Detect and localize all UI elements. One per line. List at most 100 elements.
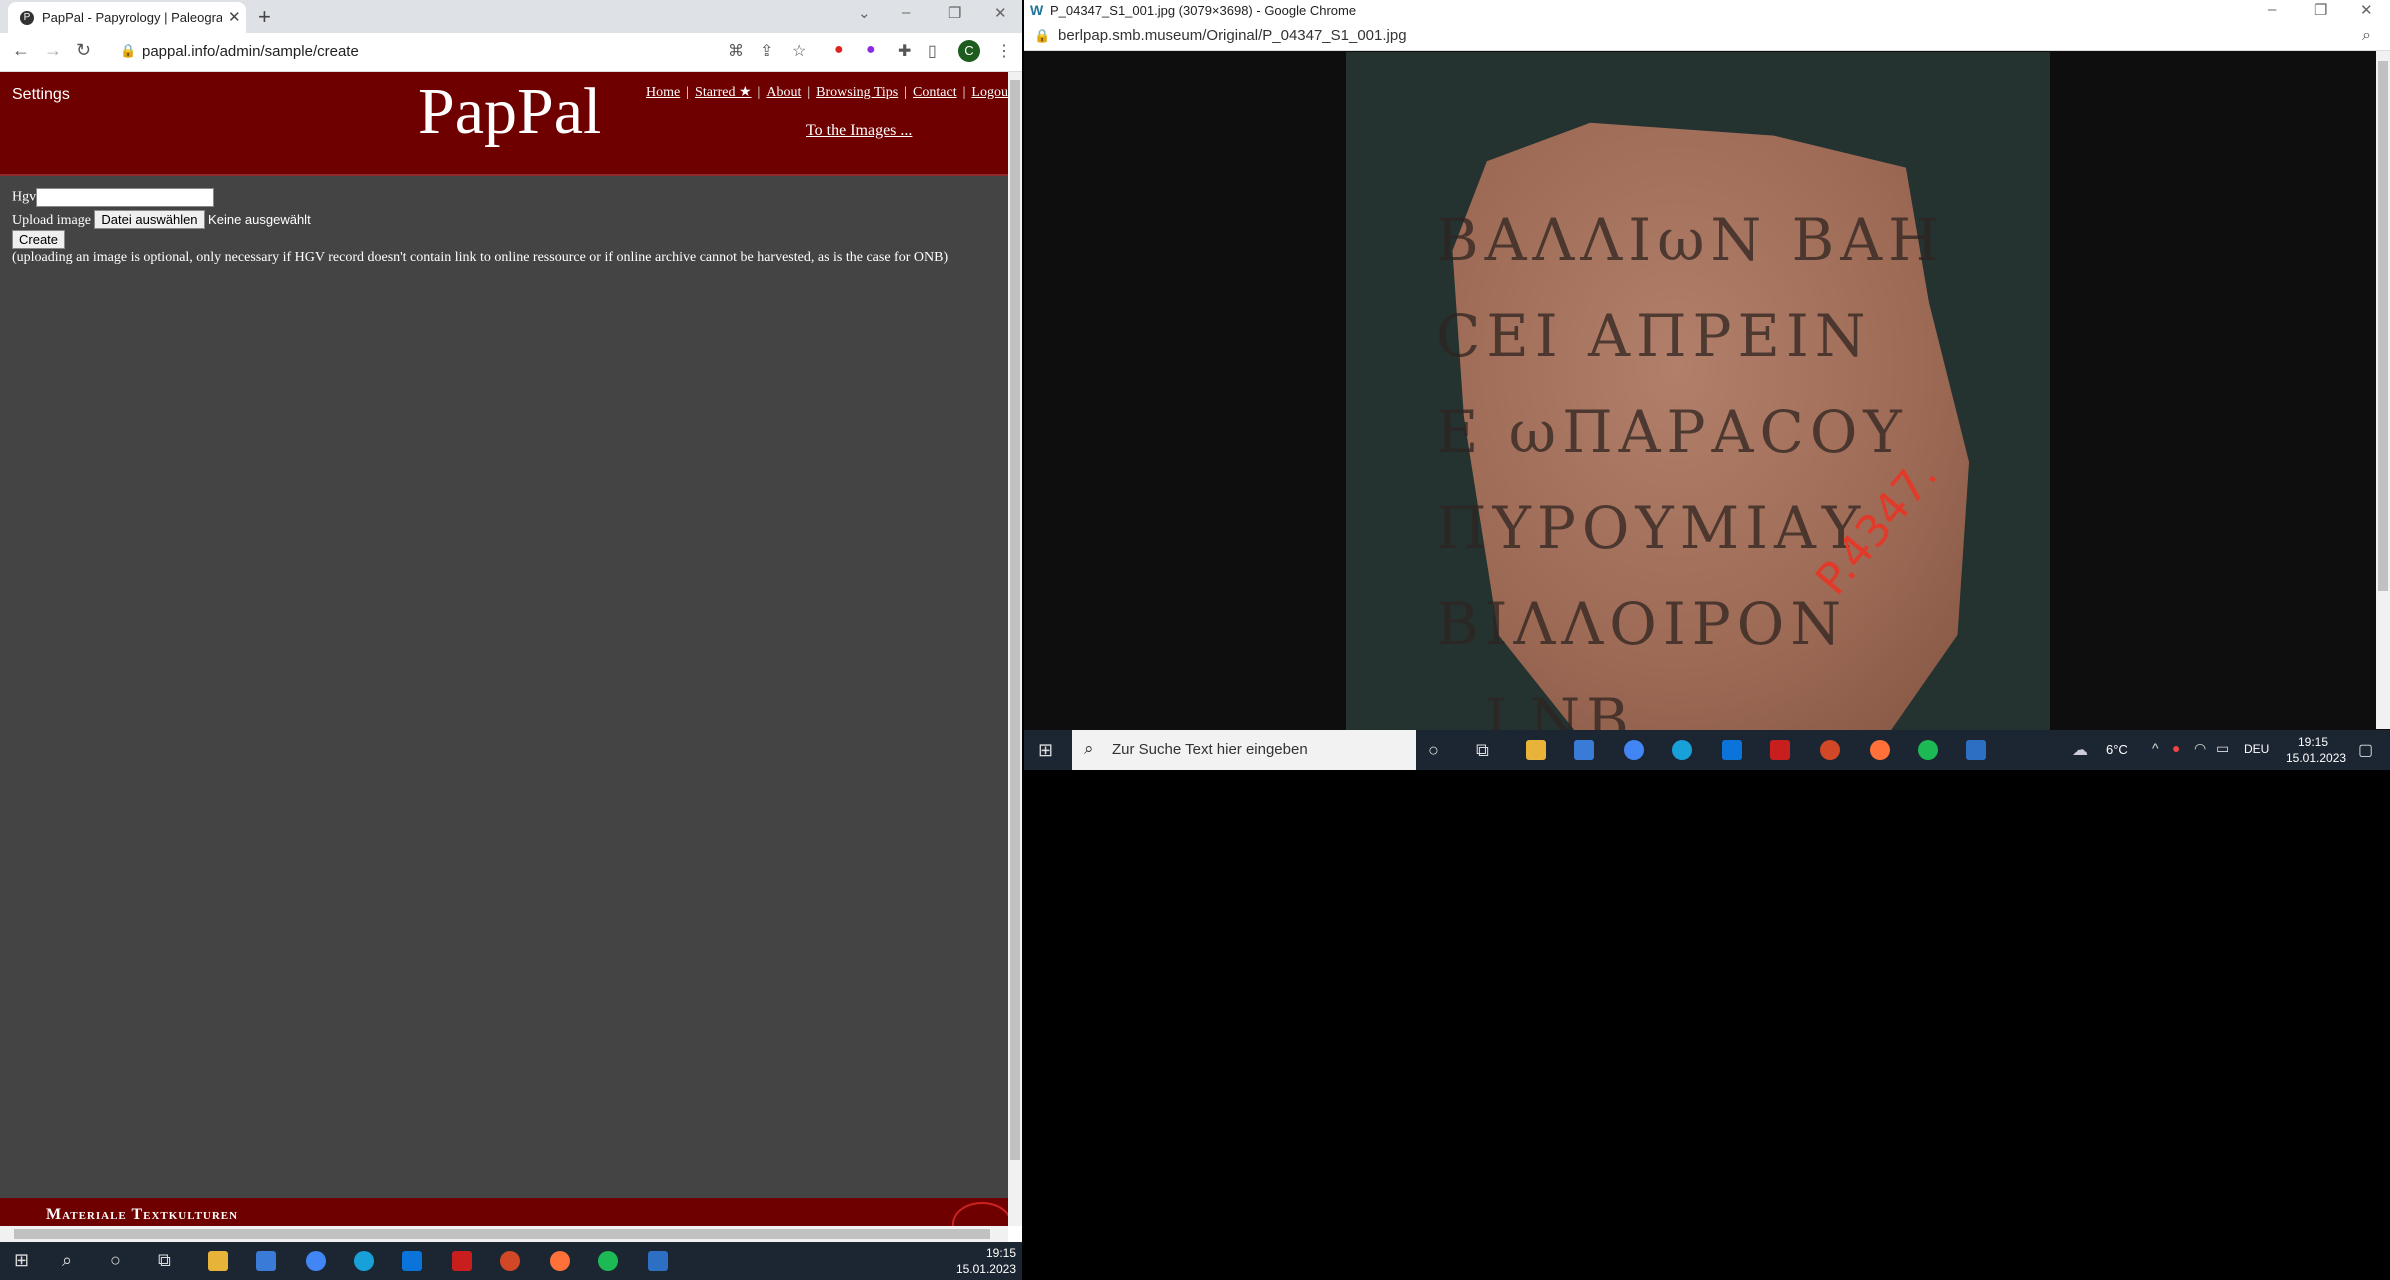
right-minimize-icon[interactable]: – [2268, 1, 2276, 18]
forward-icon[interactable]: → [44, 40, 62, 61]
create-button[interactable]: Create [12, 230, 66, 249]
site-logo[interactable]: PapPal [418, 74, 601, 150]
settings-link[interactable]: Settings [12, 86, 70, 104]
task-view-icon[interactable]: ⧉ [158, 1250, 171, 1271]
right-mail-icon[interactable] [1722, 740, 1742, 760]
file-explorer-icon[interactable] [208, 1251, 228, 1271]
tab-close-icon[interactable]: ✕ [228, 8, 241, 26]
horizontal-scrollbar[interactable] [0, 1226, 1008, 1242]
acrobat-icon[interactable] [452, 1251, 472, 1271]
upload-note: (uploading an image is optional, only ne… [12, 250, 949, 265]
taskbar-search-box[interactable]: ⌕ Zur Suche Text hier eingeben [1072, 730, 1416, 770]
extension-pdf-icon[interactable]: ● [834, 41, 844, 59]
nav-starred[interactable]: Starred ★ [695, 85, 751, 100]
right-address-bar[interactable]: 🔒 berlpap.smb.museum/Original/P_04347_S1… [1024, 22, 2390, 51]
search-icon[interactable]: ⌕ [62, 1250, 72, 1271]
spotify-icon[interactable] [598, 1251, 618, 1271]
nav-logout[interactable]: Logout [971, 85, 1008, 100]
start-windows-icon[interactable]: ⊞ [14, 1250, 29, 1271]
right-browser-window: W P_04347_S1_001.jpg (3079×3698) - Googl… [1024, 0, 2390, 770]
tab-strip: P PapPal - Papyrology | Paleograph ✕ + ⌄… [0, 0, 1022, 33]
reload-icon[interactable]: ↻ [76, 40, 91, 61]
taskbar-search-icon: ⌕ [1084, 739, 1094, 758]
weather-cloud-icon[interactable]: ☁ [2072, 740, 2088, 760]
right-firefox-icon[interactable] [1870, 740, 1890, 760]
photos-icon[interactable] [648, 1251, 668, 1271]
translate-icon[interactable]: ⌘ [728, 41, 744, 61]
extensions-puzzle-icon[interactable]: ✚ [898, 41, 911, 61]
bookmark-star-icon[interactable]: ☆ [792, 41, 806, 61]
right-spotify-icon[interactable] [1918, 740, 1938, 760]
address-bar[interactable]: 🔒 pappal.info/admin/sample/create [110, 38, 710, 66]
vertical-scroll-thumb[interactable] [1010, 80, 1020, 1160]
right-start-icon[interactable]: ⊞ [1038, 740, 1053, 761]
right-close-icon[interactable]: ✕ [2360, 1, 2373, 19]
create-sample-form: Hgv Upload image Datei auswählen Keine a… [12, 188, 948, 266]
side-panel-icon[interactable]: ▯ [928, 41, 937, 61]
right-explorer-icon[interactable] [1526, 740, 1546, 760]
new-tab-icon[interactable]: + [258, 4, 271, 30]
vertical-scrollbar[interactable] [1008, 72, 1022, 1226]
right-clock[interactable]: 19:15 15.01.2023 [2286, 734, 2346, 766]
browser-toolbar: ← → ↻ 🔒 pappal.info/admin/sample/create … [0, 33, 1022, 72]
notification-icon[interactable]: ▢ [2358, 740, 2373, 760]
right-acrobat-icon[interactable] [1770, 740, 1790, 760]
chrome-icon[interactable] [306, 1251, 326, 1271]
pappal-favicon-icon: P [20, 11, 34, 25]
right-scroll-thumb[interactable] [2378, 61, 2388, 591]
right-store-icon[interactable] [1574, 740, 1594, 760]
tray-app-icon[interactable]: ● [2172, 740, 2180, 756]
choose-file-button[interactable]: Datei auswählen [94, 210, 205, 229]
firefox-icon[interactable] [550, 1251, 570, 1271]
back-icon[interactable]: ← [12, 40, 30, 61]
profile-avatar[interactable]: C [958, 40, 980, 62]
cortana-icon[interactable]: ○ [110, 1250, 121, 1271]
minimize-icon[interactable]: – [902, 4, 910, 21]
hgv-label: Hgv [12, 189, 37, 205]
right-taskbar: ⊞ ⌕ Zur Suche Text hier eingeben ○ ⧉ ☁ 6… [1024, 730, 2390, 770]
extension-purple-icon[interactable]: ● [866, 41, 876, 59]
mail-icon[interactable] [402, 1251, 422, 1271]
right-clock-time: 19:15 [2297, 735, 2329, 749]
battery-icon[interactable]: ▭ [2216, 740, 2229, 757]
right-address-text: berlpap.smb.museum/Original/P_04347_S1_0… [1058, 27, 1407, 44]
horizontal-scroll-thumb[interactable] [14, 1229, 990, 1239]
close-window-icon[interactable]: ✕ [994, 4, 1007, 22]
weather-temp[interactable]: 6°C [2106, 742, 2128, 757]
restore-icon[interactable]: ❐ [948, 4, 961, 22]
edge-icon[interactable] [354, 1251, 374, 1271]
language-indicator[interactable]: DEU [2244, 742, 2269, 756]
right-photos-icon[interactable] [1966, 740, 1986, 760]
taskbar-search-placeholder: Zur Suche Text hier eingeben [1112, 741, 1308, 758]
share-icon[interactable]: ⇪ [760, 41, 773, 61]
store-icon[interactable] [256, 1251, 276, 1271]
right-vertical-scrollbar[interactable] [2376, 51, 2390, 729]
tray-chevron-icon[interactable]: ^ [2152, 740, 2159, 756]
nav-home[interactable]: Home [646, 85, 680, 100]
footer-brand[interactable]: Materiale Textkulturen [46, 1206, 238, 1224]
zoom-icon[interactable]: ⌕ [2362, 27, 2371, 45]
taskbar-clock[interactable]: 19:15 15.01.2023 [950, 1245, 1016, 1277]
no-file-text: Keine ausgewählt [208, 212, 311, 227]
site-footer: Materiale Textkulturen [0, 1198, 1008, 1226]
right-edge-icon[interactable] [1672, 740, 1692, 760]
hgv-input[interactable] [36, 188, 215, 207]
nav-contact[interactable]: Contact [913, 85, 957, 100]
tab-search-icon[interactable]: ⌄ [858, 4, 871, 22]
powerpoint-icon[interactable] [500, 1251, 520, 1271]
right-cortana-icon[interactable]: ○ [1428, 740, 1439, 761]
tab-pappal[interactable]: P PapPal - Papyrology | Paleograph ✕ [8, 2, 246, 33]
right-chrome-icon[interactable] [1624, 740, 1644, 760]
ostracon-image[interactable]: ΒΑΛΛΙωΝ ΒΑΗ CΕΙ ΑΠΡΕΙΝ Ε ωΠΑΡΑCΟΥ ΠΥΡΟΥΜ… [1346, 52, 2050, 730]
upload-label: Upload image [12, 213, 91, 228]
to-images-link[interactable]: To the Images ... [806, 122, 912, 140]
right-powerpoint-icon[interactable] [1820, 740, 1840, 760]
menu-kebab-icon[interactable]: ⋮ [996, 41, 1012, 61]
nav-browsing-tips[interactable]: Browsing Tips [816, 85, 898, 100]
network-icon[interactable]: ◠ [2194, 740, 2206, 757]
nav-about[interactable]: About [766, 85, 801, 100]
right-task-view-icon[interactable]: ⧉ [1476, 740, 1489, 761]
clock-date: 15.01.2023 [955, 1262, 1016, 1276]
right-restore-icon[interactable]: ❐ [2314, 1, 2327, 19]
greek-inscription: ΒΑΛΛΙωΝ ΒΑΗ CΕΙ ΑΠΡΕΙΝ Ε ωΠΑΡΑCΟΥ ΠΥΡΟΥΜ… [1436, 206, 1945, 730]
